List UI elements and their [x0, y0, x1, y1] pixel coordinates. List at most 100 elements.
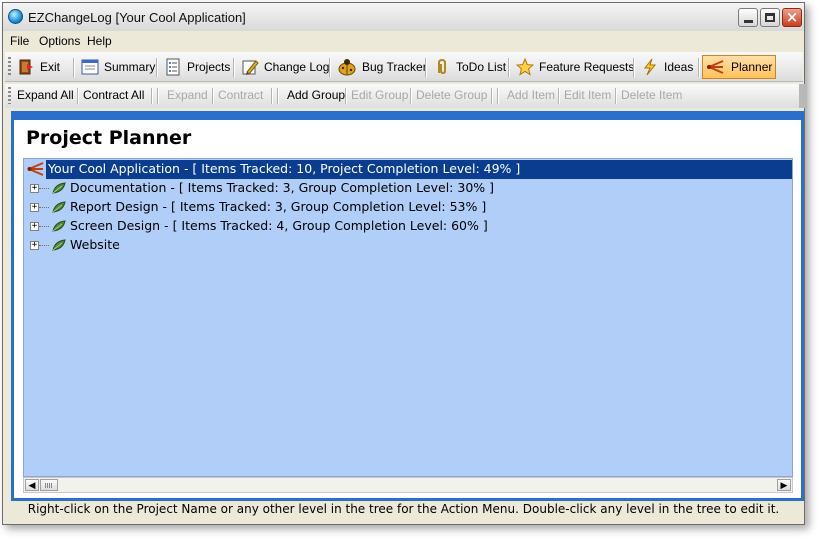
group-leaf-icon [51, 219, 67, 236]
summary-label: Summary [104, 60, 156, 74]
tree-group-node[interactable]: + Documentation - [ Items Tracked: 3, Gr… [24, 179, 791, 198]
minimize-icon [744, 20, 753, 23]
group-leaf-icon [51, 200, 67, 217]
scroll-left-button[interactable]: ◀ [25, 479, 39, 491]
todo-list-label: ToDo List [456, 60, 507, 74]
toolbar-separator [73, 58, 75, 77]
toolbar-separator [233, 58, 235, 77]
todo-paperclip-icon [433, 58, 451, 76]
toolbar-separator [156, 58, 158, 77]
projects-list-icon [164, 58, 182, 76]
planner-button[interactable]: Planner [702, 55, 777, 79]
minimize-button[interactable] [738, 8, 758, 27]
expand-toggle[interactable]: + [30, 184, 39, 193]
planner-panel: Project Planner Your Cool Application - … [11, 111, 804, 501]
delete-item-button[interactable]: Delete Item [621, 88, 682, 102]
toolbar-separator [615, 88, 617, 104]
tree-group-label: Website [70, 237, 120, 252]
toolbar-separator [410, 88, 412, 104]
bug-tracker-button[interactable]: Bug Tracker [334, 55, 430, 79]
menu-help[interactable]: Help [87, 34, 112, 48]
toolbar-separator [329, 58, 331, 77]
change-log-pencil-icon [241, 58, 259, 76]
tree-root-node[interactable]: Your Cool Application - [ Items Tracked:… [25, 160, 792, 179]
menu-file[interactable]: File [10, 34, 29, 48]
expand-toggle[interactable]: + [30, 222, 39, 231]
tree-connector [39, 226, 49, 227]
selection-highlight: Your Cool Application - [ Items Tracked:… [46, 160, 792, 179]
toolbar-separator [558, 88, 560, 104]
scroll-right-button[interactable]: ▶ [777, 479, 791, 491]
tree-group-node[interactable]: + Report Design - [ Items Tracked: 3, Gr… [24, 198, 791, 217]
bug-icon [337, 58, 357, 76]
summary-window-icon [81, 58, 99, 76]
toolbar-separator [157, 88, 159, 104]
bug-tracker-label: Bug Tracker [362, 60, 427, 74]
group-leaf-icon [51, 181, 67, 198]
project-root-icon [27, 161, 45, 180]
summary-button[interactable]: Summary [78, 55, 158, 79]
planner-label: Planner [731, 60, 773, 74]
edit-group-button[interactable]: Edit Group [351, 88, 408, 102]
toolbar-overflow [799, 84, 807, 108]
contract-all-button[interactable]: Contract All [83, 88, 144, 102]
toolbar-separator [277, 88, 279, 104]
project-tree[interactable]: Your Cool Application - [ Items Tracked:… [23, 158, 793, 477]
tree-connector [39, 245, 49, 246]
maximize-button[interactable] [760, 8, 780, 27]
toolbar-separator [497, 88, 499, 104]
horizontal-scrollbar[interactable]: ◀ ▶ [23, 477, 793, 493]
main-toolbar: Exit Summary Projects Change Log Bug Tra… [5, 52, 803, 82]
status-hint: Right-click on the Project Name or any o… [27, 502, 780, 516]
toolbar-separator [77, 88, 79, 104]
toolbar-grip[interactable] [8, 87, 11, 104]
toolbar-separator [151, 88, 153, 104]
ideas-label: Ideas [664, 60, 694, 74]
star-icon [515, 57, 535, 76]
contract-button[interactable]: Contract [218, 88, 263, 102]
scroll-thumb[interactable] [40, 479, 58, 491]
delete-group-button[interactable]: Delete Group [416, 88, 487, 102]
expand-button[interactable]: Expand [167, 88, 208, 102]
toolbar-separator [508, 58, 510, 77]
toolbar-separator [491, 88, 493, 104]
planner-tree-icon [706, 58, 726, 76]
expand-toggle[interactable]: + [30, 203, 39, 212]
page-title: Project Planner [26, 127, 192, 149]
expand-all-button[interactable]: Expand All [17, 88, 74, 102]
close-button[interactable]: × [782, 8, 802, 27]
toolbar-separator [271, 88, 273, 104]
feature-requests-button[interactable]: Feature Requests [513, 55, 637, 79]
add-group-button[interactable]: Add Group [287, 88, 345, 102]
edit-item-button[interactable]: Edit Item [564, 88, 611, 102]
toolbar-separator [633, 58, 635, 77]
menu-options[interactable]: Options [39, 34, 80, 48]
tree-toolbar: Expand All Contract All Expand Contract … [5, 84, 803, 108]
tree-group-node[interactable]: + Screen Design - [ Items Tracked: 4, Gr… [24, 217, 791, 236]
expand-toggle[interactable]: + [30, 241, 39, 250]
tree-group-node[interactable]: + Website [24, 236, 791, 255]
app-logo-icon [8, 9, 23, 24]
ideas-button[interactable]: Ideas [638, 55, 696, 79]
lightning-icon [641, 58, 659, 76]
toolbar-separator [425, 58, 427, 77]
tree-group-label: Report Design - [ Items Tracked: 3, Grou… [70, 199, 487, 214]
maximize-icon [765, 13, 775, 22]
exit-button[interactable]: Exit [14, 55, 63, 79]
todo-list-button[interactable]: ToDo List [430, 55, 509, 79]
close-icon: × [785, 8, 799, 26]
toolbar-grip[interactable] [8, 57, 11, 77]
change-log-button[interactable]: Change Log [238, 55, 332, 79]
add-item-button[interactable]: Add Item [507, 88, 555, 102]
tree-root-label: Your Cool Application - [ Items Tracked:… [48, 161, 521, 176]
tree-group-label: Screen Design - [ Items Tracked: 4, Grou… [70, 218, 488, 233]
exit-door-icon [17, 58, 35, 76]
projects-button[interactable]: Projects [161, 55, 233, 79]
tree-group-label: Documentation - [ Items Tracked: 3, Grou… [70, 180, 494, 195]
title-bar[interactable]: EZChangeLog [Your Cool Application] × [3, 3, 804, 32]
change-log-label: Change Log [264, 60, 330, 74]
app-window: EZChangeLog [Your Cool Application] × Fi… [2, 2, 807, 525]
projects-label: Projects [187, 60, 231, 74]
feature-requests-label: Feature Requests [539, 60, 635, 74]
window-title: EZChangeLog [Your Cool Application] [28, 10, 246, 25]
